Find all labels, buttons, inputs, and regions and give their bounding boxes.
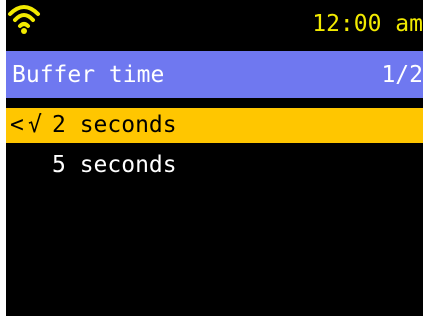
radio-menu-screen: 12:00 am Buffer time 1/2 < √ 2 seconds 5… [6,0,423,316]
title-bar: Buffer time 1/2 [6,51,423,98]
menu-item-5-seconds[interactable]: 5 seconds [6,148,423,183]
clock: 12:00 am [312,11,423,37]
status-bar: 12:00 am [6,0,423,48]
menu-item-label: 5 seconds [52,152,177,178]
checkmark-icon: √ [28,112,42,138]
menu-item-2-seconds[interactable]: < √ 2 seconds [6,108,423,143]
menu-item-label: 2 seconds [52,112,177,138]
wifi-icon [8,5,40,34]
buffer-time-menu: < √ 2 seconds 5 seconds [6,108,423,188]
page-title: Buffer time [12,62,165,88]
page-indicator: 1/2 [381,62,423,88]
back-arrow-icon: < [10,112,24,138]
